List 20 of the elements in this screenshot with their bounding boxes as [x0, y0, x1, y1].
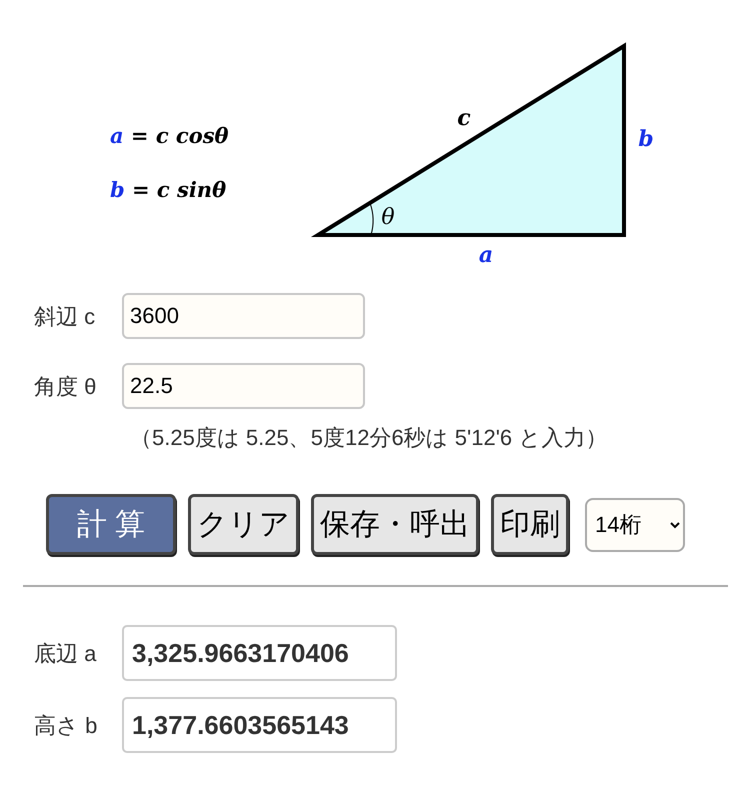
- result-field[interactable]: 1,377.6603565143: [122, 697, 397, 753]
- input-hint: （5.25度は 5.25、5度12分6秒は 5'12'6 と入力）: [130, 424, 608, 452]
- input-field[interactable]: 22.5: [122, 363, 365, 409]
- field-label: 角度 θ: [33, 372, 98, 400]
- input-field[interactable]: 3600: [122, 293, 365, 339]
- action-button[interactable]: 保存・呼出: [311, 494, 479, 555]
- action-button[interactable]: クリア: [188, 494, 299, 555]
- field-label: 斜辺 c: [33, 302, 96, 330]
- side-label: c: [457, 105, 471, 131]
- result-label: 高さ b: [33, 712, 98, 740]
- side-label: b: [638, 126, 654, 152]
- action-button[interactable]: 印刷: [491, 494, 569, 555]
- formula: b = c sinθ: [110, 176, 228, 204]
- calculate-button[interactable]: 計 算: [46, 494, 176, 555]
- formula: a = c cosθ: [110, 122, 230, 150]
- result-label: 底辺 a: [33, 640, 98, 668]
- angle-label: θ: [381, 205, 395, 230]
- side-label: a: [478, 242, 494, 268]
- digits-select[interactable]: 14桁: [585, 498, 685, 552]
- result-field[interactable]: 3,325.9663170406: [122, 625, 397, 681]
